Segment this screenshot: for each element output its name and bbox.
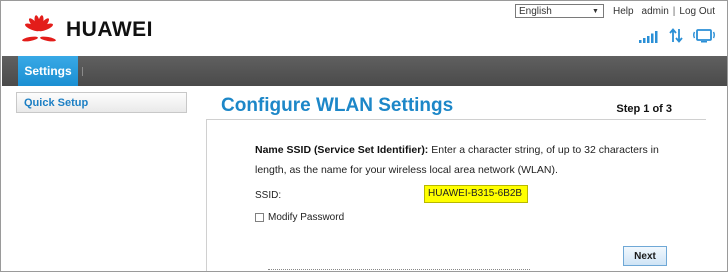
sidebar: Quick Setup (16, 92, 187, 113)
nav-divider (82, 67, 83, 76)
next-button[interactable]: Next (623, 246, 667, 266)
logout-link[interactable]: Log Out (679, 6, 715, 17)
username-link[interactable]: admin (642, 6, 669, 17)
tab-settings[interactable]: Settings (18, 56, 78, 86)
dropdown-arrow-icon: ▼ (592, 7, 599, 15)
sidebar-item-quick-setup[interactable]: Quick Setup (17, 93, 186, 109)
top-links: English ▼ Help admin | Log Out (514, 4, 719, 18)
data-transfer-icon[interactable] (669, 28, 683, 43)
modify-password-checkbox[interactable] (255, 213, 264, 222)
ssid-input[interactable]: HUAWEI-B315-6B2B (424, 185, 528, 203)
language-select[interactable]: English ▼ (514, 4, 604, 18)
signal-strength-icon[interactable] (639, 31, 659, 43)
step-indicator: Step 1 of 3 (616, 103, 672, 115)
help-link[interactable]: Help (613, 6, 634, 17)
wifi-monitor-icon[interactable] (693, 29, 715, 43)
modify-password-label[interactable]: Modify Password (268, 212, 344, 223)
huawei-flower-icon (22, 15, 56, 42)
brand-name: HUAWEI (66, 18, 153, 41)
ssid-description: Name SSID (Service Set Identifier): Ente… (255, 140, 667, 180)
language-value: English (518, 5, 552, 17)
main-content: Configure WLAN Settings Step 1 of 3 Name… (206, 90, 706, 271)
link-separator: | (672, 5, 676, 17)
router-admin-window: HUAWEI English ▼ Help admin | Log Out Se… (0, 0, 728, 272)
ssid-description-heading: Name SSID (Service Set Identifier): (255, 144, 429, 156)
huawei-logo: HUAWEI (21, 13, 153, 47)
page-title: Configure WLAN Settings (221, 95, 454, 116)
ssid-label: SSID: (255, 190, 282, 201)
status-icons (629, 28, 715, 43)
main-nav-bar: Settings (2, 56, 727, 86)
main-header: Configure WLAN Settings Step 1 of 3 (206, 90, 706, 120)
modify-password-row: Modify Password (255, 212, 344, 223)
content-divider (206, 120, 207, 271)
